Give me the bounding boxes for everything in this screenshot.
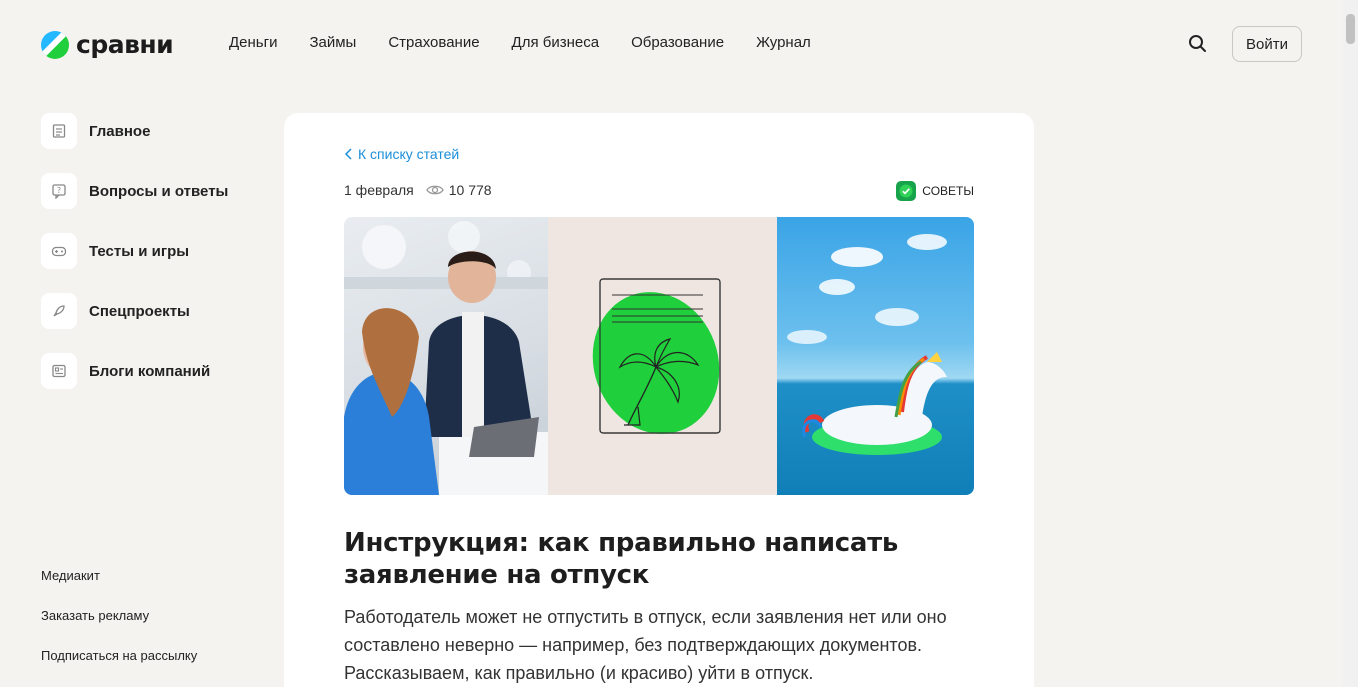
article-lead: Работодатель может не отпустить в отпуск… bbox=[344, 607, 947, 683]
chevron-left-icon bbox=[344, 148, 352, 160]
sidebar-item-games[interactable]: Тесты и игры bbox=[41, 232, 241, 270]
search-icon[interactable] bbox=[1187, 33, 1209, 55]
nav-item-money[interactable]: Деньги bbox=[229, 34, 277, 51]
article-date: 1 февраля bbox=[344, 182, 414, 198]
sidebar: Главное ? Вопросы и ответы Тесты и игры … bbox=[41, 112, 241, 412]
article-title: Инструкция: как правильно написать заявл… bbox=[344, 528, 899, 590]
sidebar-item-label: Блоги компаний bbox=[89, 362, 211, 380]
views-count: 10 778 bbox=[448, 182, 492, 198]
sidebar-item-blogs[interactable]: Блоги компаний bbox=[41, 352, 241, 390]
eye-icon bbox=[425, 185, 444, 195]
nav-item-journal[interactable]: Журнал bbox=[756, 34, 811, 51]
sidebar-item-label: Вопросы и ответы bbox=[89, 182, 229, 200]
logo-text: сравни bbox=[76, 30, 174, 59]
article-views: 10 778 bbox=[425, 182, 492, 198]
nav-item-education[interactable]: Образование bbox=[631, 34, 724, 51]
main-nav: Деньги Займы Страхование Для бизнеса Обр… bbox=[229, 34, 811, 51]
rocket-icon bbox=[41, 293, 77, 329]
site-header: сравни Деньги Займы Страхование Для бизн… bbox=[0, 0, 1343, 88]
nav-item-business[interactable]: Для бизнеса bbox=[512, 34, 600, 51]
nav-item-loans[interactable]: Займы bbox=[309, 34, 356, 51]
sidebar-item-label: Спецпроекты bbox=[89, 302, 190, 320]
sidebar-item-specprojects[interactable]: Спецпроекты bbox=[41, 292, 241, 330]
gamepad-icon bbox=[41, 233, 77, 269]
sidebar-footer-links: Медиакит Заказать рекламу Подписаться на… bbox=[41, 568, 197, 687]
back-link-label: К списку статей bbox=[358, 146, 460, 162]
scrollbar-thumb[interactable] bbox=[1346, 14, 1355, 44]
footer-link-mediakit[interactable]: Медиакит bbox=[41, 568, 197, 608]
check-icon bbox=[896, 181, 917, 201]
footer-link-subscribe[interactable]: Подписаться на рассылку bbox=[41, 648, 197, 687]
hero-panel-unicorn-photo bbox=[777, 217, 974, 495]
logo-mark-icon bbox=[41, 30, 69, 59]
hero-panel-office-photo bbox=[344, 217, 548, 495]
back-to-articles-link[interactable]: К списку статей bbox=[344, 146, 459, 162]
sidebar-item-label: Главное bbox=[89, 122, 151, 140]
sidebar-item-main[interactable]: Главное bbox=[41, 112, 241, 150]
sidebar-item-qa[interactable]: ? Вопросы и ответы bbox=[41, 172, 241, 210]
sidebar-item-label: Тесты и игры bbox=[89, 242, 190, 260]
nav-item-insurance[interactable]: Страхование bbox=[388, 34, 479, 51]
category-label: СОВЕТЫ bbox=[922, 184, 974, 198]
logo[interactable]: сравни bbox=[41, 30, 174, 59]
hero-panel-document-illustration bbox=[548, 217, 777, 495]
question-icon: ? bbox=[41, 173, 77, 209]
login-button[interactable]: Войти bbox=[1232, 26, 1302, 62]
category-badge[interactable]: СОВЕТЫ bbox=[896, 181, 974, 201]
article-hero-image bbox=[344, 217, 974, 495]
blog-icon bbox=[41, 353, 77, 389]
page-scrollbar[interactable] bbox=[1343, 0, 1358, 687]
article-meta: 1 февраля 10 778 bbox=[344, 182, 492, 198]
article-card: К списку статей 1 февраля 10 778 СОВЕТЫ bbox=[284, 113, 1034, 687]
document-icon bbox=[41, 113, 77, 149]
svg-text:?: ? bbox=[57, 186, 61, 195]
footer-link-advertise[interactable]: Заказать рекламу bbox=[41, 608, 197, 648]
